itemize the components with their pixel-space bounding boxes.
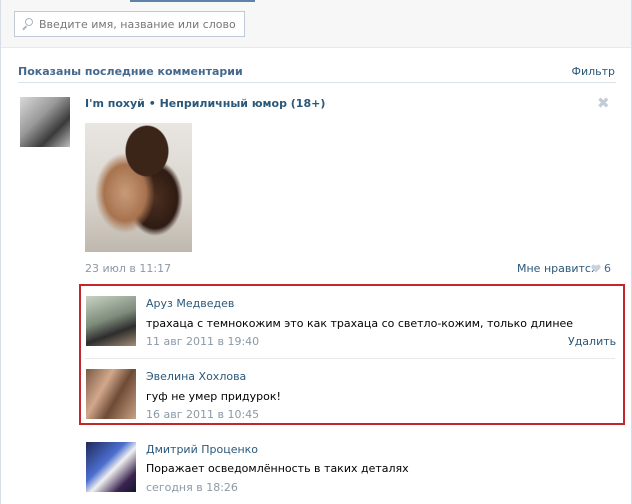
post-avatar[interactable]: [20, 97, 70, 147]
avatar[interactable]: [86, 369, 136, 419]
comment-author-link[interactable]: Аруз Медведев: [146, 297, 234, 310]
comment-timestamp[interactable]: 11 авг 2011 в 19:40: [146, 335, 259, 348]
frame-left-border: [0, 0, 1, 504]
post-title-link[interactable]: I'm похуй • Неприличный юмор (18+): [85, 97, 325, 110]
post-date[interactable]: 23 июл в 11:17: [85, 262, 171, 275]
comment-author-link[interactable]: Эвелина Хохлова: [146, 370, 246, 383]
close-icon[interactable]: ✖: [597, 94, 610, 112]
page-title: Показаны последние комментарии: [18, 65, 243, 78]
delete-comment-button[interactable]: Удалить: [568, 335, 616, 348]
post-photo[interactable]: [85, 123, 192, 252]
like-count: 6: [604, 262, 611, 275]
comment-divider: [85, 358, 615, 359]
heart-icon[interactable]: [591, 264, 601, 273]
comment-timestamp[interactable]: 16 авг 2011 в 10:45: [146, 408, 259, 421]
comment-text: гуф не умер придурок!: [146, 390, 281, 403]
search-icon: [21, 17, 35, 31]
comment-text: трахаца с темнокожим это как трахаца со …: [146, 317, 574, 330]
comment-text: Поражает осведомлённость в таких деталях: [146, 462, 409, 475]
like-button[interactable]: Мне нравится: [517, 262, 598, 275]
search-input[interactable]: [39, 17, 239, 31]
comment-author-link[interactable]: Дмитрий Проценко: [146, 443, 258, 456]
comments-header: Показаны последние комментарии Фильтр: [18, 63, 616, 83]
filter-link[interactable]: Фильтр: [571, 65, 615, 78]
search-box[interactable]: [14, 11, 245, 37]
tab-accent: [130, 0, 255, 2]
page: Показаны последние комментарии Фильтр I'…: [0, 0, 632, 504]
avatar[interactable]: [86, 296, 136, 346]
comment-timestamp[interactable]: сегодня в 18:26: [146, 481, 238, 494]
avatar[interactable]: [86, 442, 136, 492]
